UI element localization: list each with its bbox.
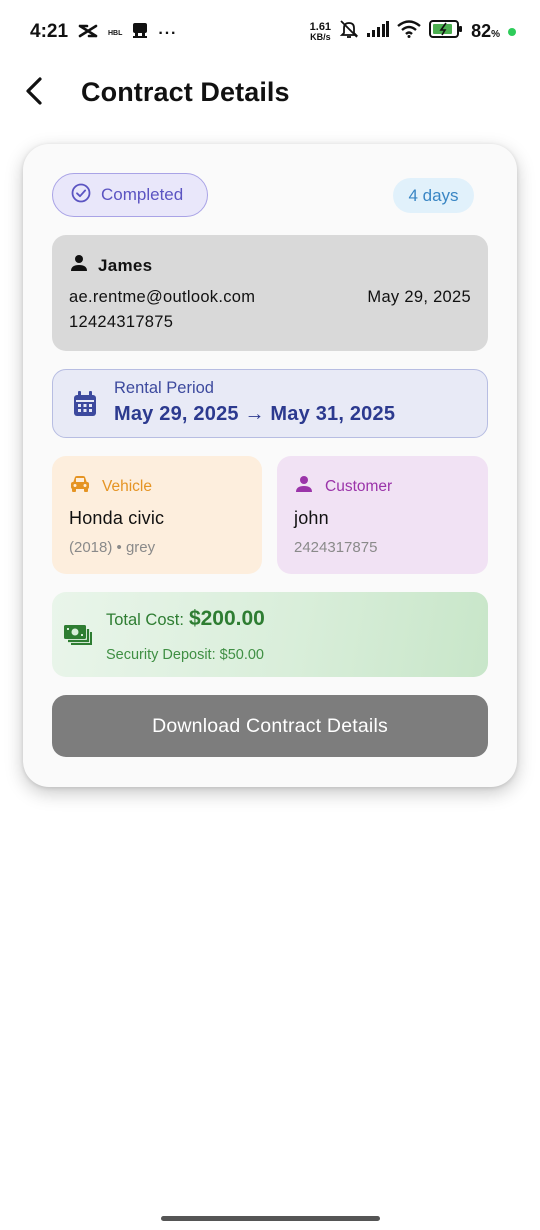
notification-app-icon xyxy=(132,22,148,45)
wifi-icon xyxy=(397,20,421,43)
rental-period-dates: May 29, 2025 → May 31, 2025 xyxy=(114,403,396,425)
arrow-back-icon xyxy=(23,76,45,111)
customer-phone: 2424317875 xyxy=(294,539,378,556)
back-button[interactable] xyxy=(18,76,50,110)
more-notifications-icon: ··· xyxy=(158,24,178,42)
owner-info-box: James ae.rentme@outlook.com May 29, 2025… xyxy=(52,235,488,351)
calendar-icon xyxy=(73,391,97,422)
page-title: Contract Details xyxy=(81,77,290,107)
customer-header: Customer xyxy=(295,475,392,498)
vehicle-label: Vehicle xyxy=(102,477,152,495)
customer-name: john xyxy=(294,508,329,528)
cost-box: Total Cost: $200.00 Security Deposit: $5… xyxy=(52,592,488,677)
owner-name: James xyxy=(98,255,153,275)
total-cost-label: Total Cost: xyxy=(106,611,184,629)
contract-card: Completed 4 days James ae.rentme@outlook… xyxy=(23,144,517,787)
vehicle-header: Vehicle xyxy=(70,475,152,498)
home-indicator[interactable] xyxy=(161,1216,380,1221)
owner-phone: 12424317875 xyxy=(69,313,174,331)
privacy-indicator-dot xyxy=(508,27,516,36)
customer-person-icon xyxy=(295,475,313,498)
security-deposit: Security Deposit: $50.00 xyxy=(106,647,264,663)
person-icon xyxy=(70,254,88,277)
check-circle-icon xyxy=(71,183,91,208)
network-speed: 1.61 KB/s xyxy=(309,20,332,42)
status-right-icons: 1.61 KB/s 82% xyxy=(310,19,516,44)
contract-date: May 29, 2025 xyxy=(367,288,471,306)
download-contract-button[interactable]: Download Contract Details xyxy=(52,695,488,757)
signal-icon xyxy=(367,21,390,42)
rental-period-box: Rental Period May 29, 2025 → May 31, 202… xyxy=(52,369,488,438)
rental-period-label: Rental Period xyxy=(114,379,214,397)
vehicle-box: Vehicle Honda civic (2018) • grey xyxy=(52,456,262,574)
status-time: 4:21 xyxy=(30,21,69,42)
car-icon xyxy=(70,475,90,498)
vehicle-detail: (2018) • grey xyxy=(69,539,156,556)
money-icon xyxy=(64,625,92,650)
app-bar: Contract Details xyxy=(0,64,540,124)
duration-badge: 4 days xyxy=(393,178,474,213)
status-badge: Completed xyxy=(52,173,208,217)
customer-box: Customer john 2424317875 xyxy=(277,456,488,574)
status-label: Completed xyxy=(101,185,184,204)
bank-app-icon: HBL xyxy=(108,30,123,37)
mute-bell-icon xyxy=(339,19,359,44)
owner-name-row: James xyxy=(70,254,152,277)
status-bar: 4:21 HBL ··· 1.61 KB/s 82% xyxy=(0,0,540,64)
vehicle-name: Honda civic xyxy=(69,508,165,528)
total-cost-value: $200.00 xyxy=(188,607,265,630)
status-left-icons: HBL ··· xyxy=(78,22,177,45)
customer-label: Customer xyxy=(325,477,393,495)
capcut-icon xyxy=(78,23,98,44)
battery-icon xyxy=(429,20,463,43)
owner-email: ae.rentme@outlook.com xyxy=(69,288,256,306)
total-cost-row: Total Cost: $200.00 xyxy=(106,607,265,631)
battery-percent: 82% xyxy=(471,21,500,41)
